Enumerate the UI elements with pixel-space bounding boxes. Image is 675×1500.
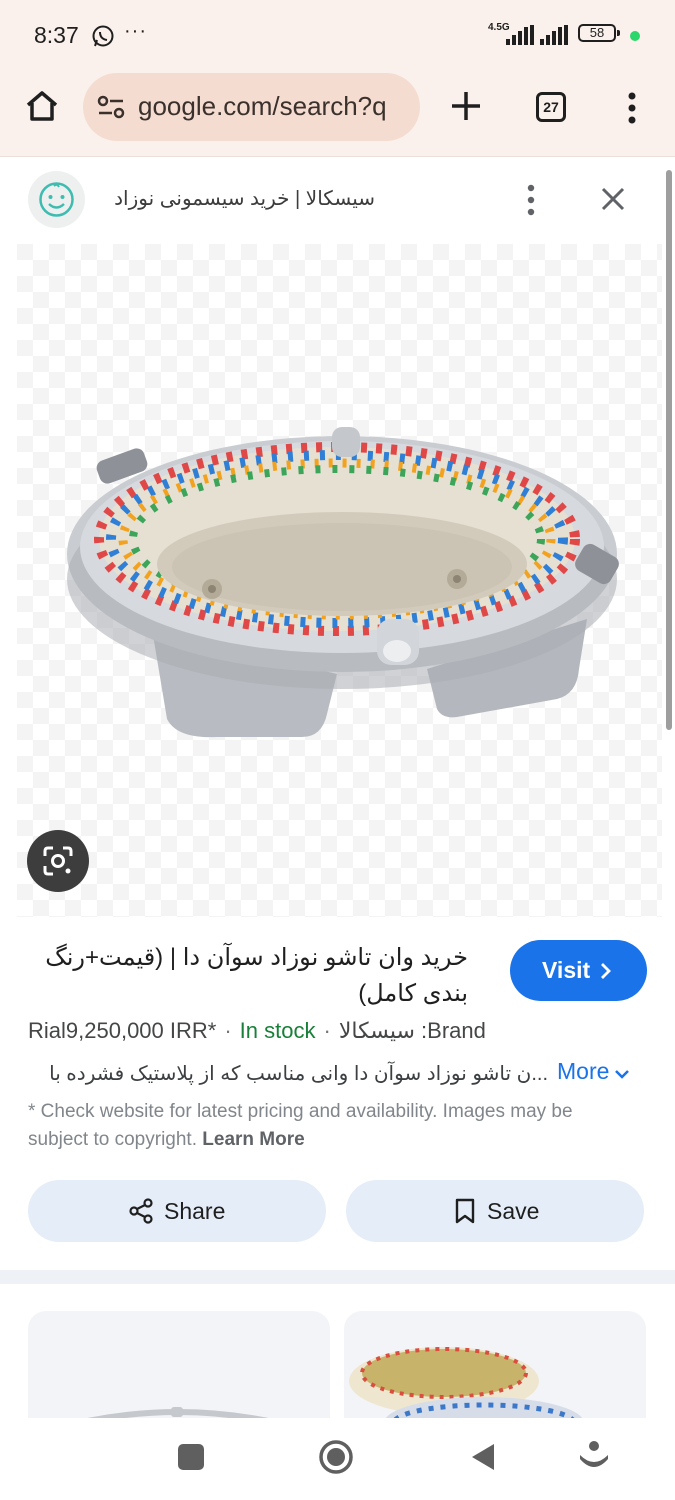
visit-label: Visit — [542, 957, 591, 983]
url-text[interactable]: google.com/search?q — [138, 91, 410, 122]
price-line: Rial9,250,000 IRR* · In stock · Brand: سیسکا… — [28, 1018, 486, 1043]
new-tab-plus-icon[interactable] — [448, 88, 484, 124]
battery-icon: 58 — [578, 24, 616, 42]
scrollbar[interactable] — [666, 170, 672, 730]
visit-button[interactable]: Visit — [510, 940, 647, 1001]
bathtub-thumbnail-image — [349, 1347, 584, 1431]
related-image-thumbnail[interactable] — [28, 1311, 330, 1431]
product-brand: Brand: سیسکالا — [338, 1018, 486, 1043]
site-title[interactable]: سیسکالا | خرید سیسمونی نوزاد — [105, 186, 375, 211]
close-icon[interactable] — [596, 182, 630, 216]
share-label: Share — [164, 1198, 226, 1224]
lens-icon — [43, 846, 73, 876]
whatsapp-icon — [92, 25, 114, 47]
product-description: ...ن تاشو نوزاد سوآن دا وانی مناسب که از… — [49, 1063, 548, 1085]
product-title[interactable]: خرید وان تاشو نوزاد سوآن دا | (قیمت+رنگ … — [28, 940, 468, 1012]
privacy-indicator-dot — [630, 31, 640, 41]
product-image[interactable] — [17, 244, 662, 917]
more-vert-icon[interactable] — [519, 180, 543, 220]
assistant-icon[interactable] — [578, 1439, 610, 1475]
status-time: 8:37 — [34, 22, 79, 48]
nav-back-icon[interactable] — [468, 1441, 496, 1473]
lens-button[interactable] — [27, 830, 89, 892]
baby-bathtub-image — [67, 427, 619, 738]
more-label: More — [557, 1058, 610, 1084]
chevron-right-icon — [601, 963, 611, 979]
battery-tip — [617, 30, 620, 36]
recents-icon[interactable] — [178, 1444, 204, 1470]
share-button[interactable]: Share — [28, 1180, 326, 1242]
more-link[interactable]: More — [557, 1058, 631, 1085]
status-bar: 8:37 ··· 4.5G 58 — [0, 0, 675, 68]
save-label: Save — [487, 1198, 540, 1224]
notification-more-icon: ··· — [124, 20, 147, 42]
overflow-menu-icon[interactable] — [620, 88, 644, 128]
nav-home-icon[interactable] — [318, 1439, 354, 1475]
stock-status: In stock — [239, 1018, 316, 1043]
home-icon[interactable] — [22, 86, 62, 126]
bookmark-icon — [455, 1198, 475, 1224]
related-image-thumbnail[interactable] — [344, 1311, 646, 1431]
signal-icon — [506, 25, 534, 45]
address-bar[interactable]: google.com/search?q — [83, 73, 420, 141]
bathtub-thumbnail-image — [87, 1407, 269, 1424]
tab-switcher-button[interactable]: 27 — [536, 92, 566, 122]
browser-toolbar: google.com/search?q 27 — [0, 68, 675, 157]
learn-more-link[interactable]: Learn More — [202, 1129, 304, 1150]
share-icon — [129, 1198, 153, 1224]
site-favicon-icon — [28, 171, 85, 228]
chevron-down-icon — [615, 1070, 630, 1079]
save-button[interactable]: Save — [346, 1180, 644, 1242]
site-settings-icon[interactable] — [97, 95, 125, 119]
section-divider — [0, 1270, 675, 1284]
disclaimer: * Check website for latest pricing and a… — [28, 1098, 638, 1154]
signal-icon-2 — [540, 25, 568, 45]
product-price: Rial9,250,000 IRR* — [28, 1018, 217, 1043]
